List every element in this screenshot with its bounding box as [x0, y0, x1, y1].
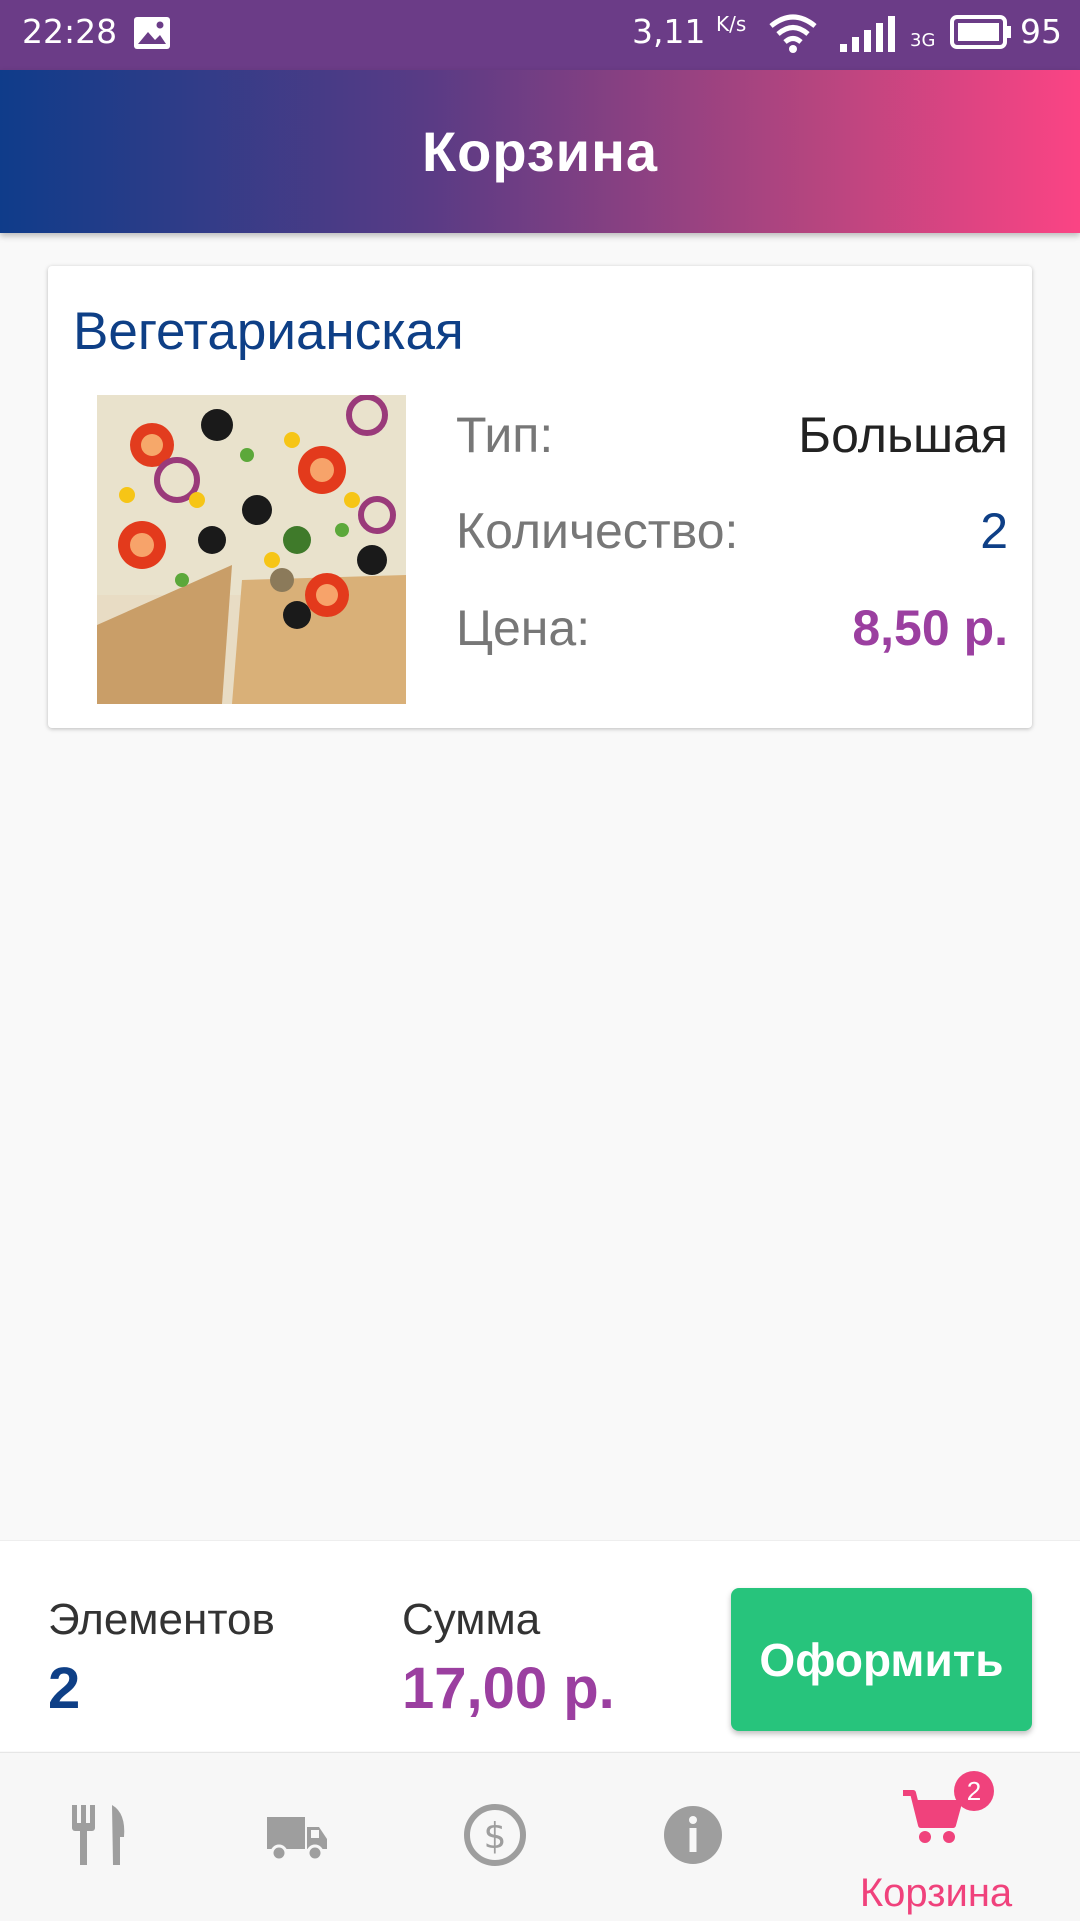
- dollar-icon: $: [464, 1804, 526, 1866]
- pizza-image: [97, 395, 406, 704]
- nav-item-info[interactable]: [593, 1753, 793, 1921]
- price-row: Цена: 8,50 р.: [456, 599, 1008, 659]
- items-count-value: 2: [48, 1656, 81, 1721]
- type-value: Большая: [798, 407, 1008, 463]
- type-row: Тип: Большая: [456, 406, 1008, 466]
- cart-badge: 2: [954, 1771, 994, 1811]
- nav-cart-label: Корзина: [859, 1871, 1013, 1915]
- image-notification-icon: [134, 17, 170, 49]
- product-name: Вегетарианская: [73, 302, 464, 361]
- svg-text:$: $: [484, 1816, 507, 1857]
- cart-item-card[interactable]: Вегетарианская Тип: Большая Количество: …: [48, 266, 1032, 728]
- battery-icon: [950, 15, 1011, 49]
- total-value: 17,00 р.: [402, 1656, 615, 1721]
- items-count-label: Элементов: [48, 1595, 275, 1644]
- wifi-icon: [769, 14, 817, 53]
- nav-item-menu[interactable]: [0, 1753, 200, 1921]
- bottom-navigation: $ 2 Корзина: [0, 1752, 1080, 1921]
- quantity-row: Количество: 2: [456, 502, 1008, 562]
- network-speed: 3,11 K/s: [632, 12, 747, 51]
- fork-knife-icon: [72, 1805, 125, 1865]
- page-title: Корзина: [421, 120, 659, 183]
- quantity-value: 2: [980, 503, 1008, 559]
- total-label: Сумма: [402, 1595, 541, 1644]
- truck-icon: [267, 1817, 327, 1862]
- info-icon: [664, 1806, 722, 1864]
- nav-item-delivery[interactable]: [197, 1753, 397, 1921]
- order-summary: Элементов 2 Сумма 17,00 р. Оформить: [0, 1540, 1080, 1751]
- checkout-button[interactable]: Оформить: [731, 1588, 1032, 1731]
- battery-percent: 95: [1020, 12, 1062, 51]
- status-time: 22:28: [22, 12, 118, 51]
- nav-item-payment[interactable]: $: [395, 1753, 595, 1921]
- type-label: Тип:: [456, 407, 554, 463]
- quantity-label: Количество:: [456, 503, 739, 559]
- price-value: 8,50 р.: [852, 600, 1008, 656]
- nav-item-cart[interactable]: 2 Корзина: [836, 1753, 1036, 1921]
- app-bar: Корзина: [0, 70, 1080, 233]
- network-type: 3G: [910, 30, 936, 51]
- signal-icon: [840, 16, 895, 52]
- status-bar: 22:28 3,11 K/s 3G 95: [0, 0, 1080, 70]
- product-image: [97, 395, 406, 704]
- price-label: Цена:: [456, 600, 591, 656]
